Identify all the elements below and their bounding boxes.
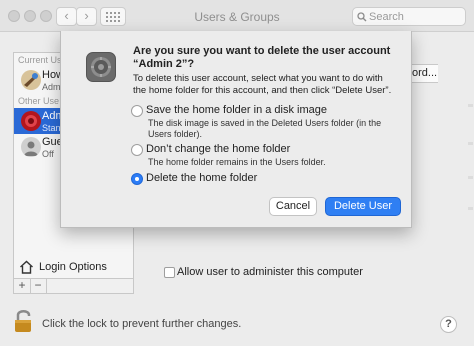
lock-button[interactable] [12,308,36,334]
house-icon [20,260,33,274]
radio-label: Don’t change the home folder [146,143,291,155]
other-users-header: Other Use [18,96,60,106]
cancel-button[interactable]: Cancel [269,197,317,216]
dialog-message: To delete this user account, select what… [133,73,392,96]
user-role: Stan [42,123,61,133]
current-users-header: Current Us [18,55,62,65]
login-options-label: Login Options [39,261,107,273]
login-options-item[interactable]: Login Options [13,256,134,279]
search-input[interactable] [369,9,461,24]
delete-user-dialog: Are you sure you want to delete the user… [60,31,412,228]
sidebar-footer: + − [13,279,134,294]
user-avatar [21,70,41,90]
scroll-edge-mark [468,104,473,107]
system-preferences-icon [86,52,116,82]
radio-description: The home folder remains in the Users fol… [148,157,326,167]
user-avatar [21,111,41,131]
radio-description: The disk image is saved in the Deleted U… [148,118,382,139]
radio-button[interactable] [131,105,143,117]
guest-avatar [21,137,41,157]
scroll-edge-mark [468,207,473,210]
radio-button[interactable] [131,144,143,156]
scroll-edge-mark [468,142,473,145]
remove-user-button[interactable]: − [30,279,47,293]
allow-admin-label: Allow user to administer this computer [177,266,363,278]
radio-label: Save the home folder in a disk image [146,104,327,116]
allow-admin-checkbox-box[interactable] [164,267,175,278]
lock-icon [15,310,31,332]
radio-button-selected[interactable] [131,173,143,185]
dialog-title: Are you sure you want to delete the user… [133,45,391,70]
user-role: Off [42,149,54,159]
search-field[interactable] [352,7,466,26]
help-button[interactable]: ? [440,316,457,333]
search-icon [357,12,367,22]
radio-label: Delete the home folder [146,172,258,184]
lock-hint-text: Click the lock to prevent further change… [42,318,242,330]
scroll-edge-mark [468,176,473,179]
add-user-button[interactable]: + [14,279,31,293]
delete-user-button[interactable]: Delete User [325,197,401,216]
